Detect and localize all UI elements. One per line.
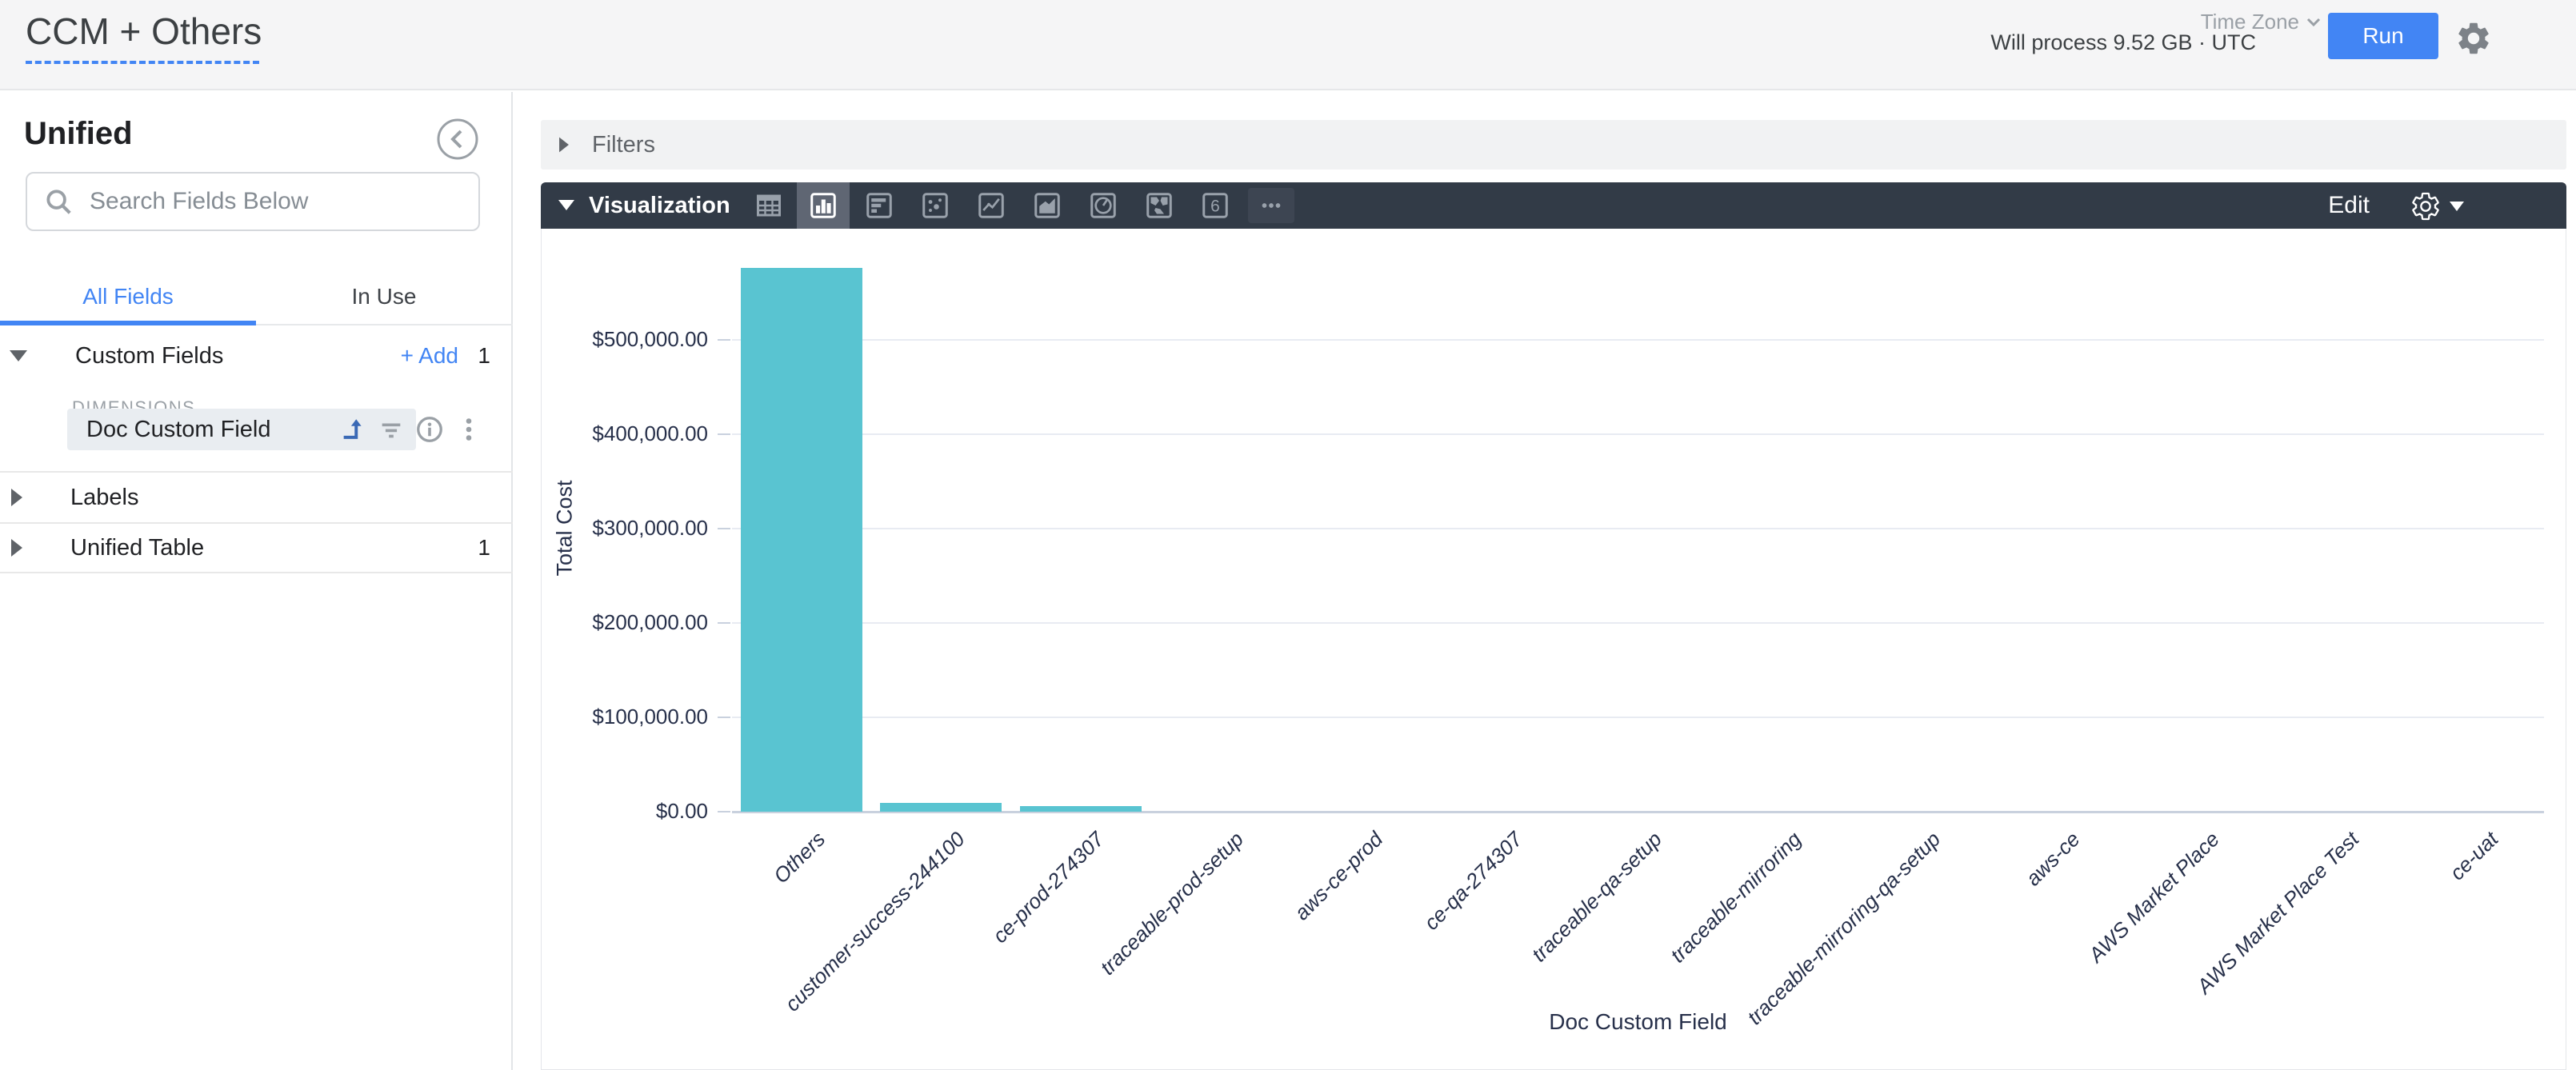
filters-label: Filters — [592, 132, 655, 158]
bar[interactable] — [880, 803, 1002, 812]
viz-type-scatter-icon[interactable] — [909, 182, 962, 229]
section-label: Labels — [70, 485, 138, 511]
title-dashed-underline — [26, 61, 259, 64]
chevron-down-icon — [2306, 17, 2322, 28]
field-tabs: All Fields In Use — [0, 273, 513, 325]
viz-type-single-value-icon[interactable]: 6 — [1189, 182, 1242, 229]
section-custom-fields[interactable]: Custom Fields + Add 1 — [0, 325, 513, 386]
viz-settings-gear-icon[interactable] — [2410, 190, 2464, 222]
page-title[interactable]: CCM + Others — [26, 10, 262, 53]
viz-type-map-icon[interactable] — [1133, 182, 1186, 229]
section-unified-table[interactable]: Unified Table 1 — [0, 522, 513, 573]
viz-type-table-icon[interactable] — [742, 182, 795, 229]
filters-bar[interactable]: Filters — [541, 120, 2566, 170]
pivot-icon[interactable] — [339, 416, 366, 443]
section-label: Unified Table — [70, 535, 204, 561]
field-search[interactable] — [26, 172, 480, 231]
top-header: CCM + Others Will process 9.52 GB · UTC … — [0, 0, 2576, 90]
chevron-down-icon — [2450, 202, 2464, 211]
viz-type-column-icon[interactable] — [797, 182, 850, 229]
search-icon — [43, 186, 74, 217]
add-custom-field-button[interactable]: + Add — [401, 343, 458, 369]
edit-button[interactable]: Edit — [2328, 192, 2370, 219]
viz-type-pie-icon[interactable] — [1077, 182, 1130, 229]
section-label: Custom Fields — [75, 343, 223, 369]
chevron-right-icon — [559, 138, 569, 153]
time-zone-label: Time Zone — [2201, 10, 2299, 34]
search-input[interactable] — [90, 188, 442, 215]
filter-icon[interactable] — [378, 416, 405, 443]
fields-sidebar: Unified All Fields In Use Custom Fields … — [0, 92, 513, 1070]
tab-in-use[interactable]: In Use — [256, 273, 512, 324]
tab-all-fields[interactable]: All Fields — [0, 273, 256, 324]
section-count: 1 — [478, 535, 490, 561]
chevron-right-icon — [11, 489, 22, 506]
bar[interactable] — [741, 268, 862, 812]
svg-text:6: 6 — [1210, 198, 1220, 216]
kebab-menu-icon[interactable] — [454, 415, 483, 444]
info-icon[interactable] — [415, 415, 444, 444]
visualization-toolbar: Visualization 6 Edit — [541, 182, 2566, 229]
viz-type-area-icon[interactable] — [1021, 182, 1074, 229]
bar[interactable] — [1020, 806, 1142, 812]
viz-more-types-icon[interactable] — [1248, 188, 1294, 223]
time-zone-dropdown[interactable]: Time Zone — [2201, 10, 2322, 34]
chevron-down-icon — [10, 350, 27, 361]
field-label: Doc Custom Field — [86, 417, 339, 443]
viz-type-bar-icon[interactable] — [853, 182, 906, 229]
section-count: 1 — [478, 343, 490, 369]
settings-gear-icon[interactable] — [2454, 19, 2493, 58]
field-doc-custom-field[interactable]: Doc Custom Field — [67, 409, 416, 450]
chevron-right-icon — [11, 539, 22, 557]
chevron-down-icon[interactable] — [558, 200, 574, 210]
viz-type-line-icon[interactable] — [965, 182, 1018, 229]
run-button[interactable]: Run — [2328, 13, 2438, 59]
section-labels[interactable]: Labels — [0, 471, 513, 522]
explore-title: Unified — [24, 116, 133, 152]
collapse-sidebar-icon[interactable] — [436, 118, 479, 161]
visualization-label: Visualization — [589, 193, 730, 219]
